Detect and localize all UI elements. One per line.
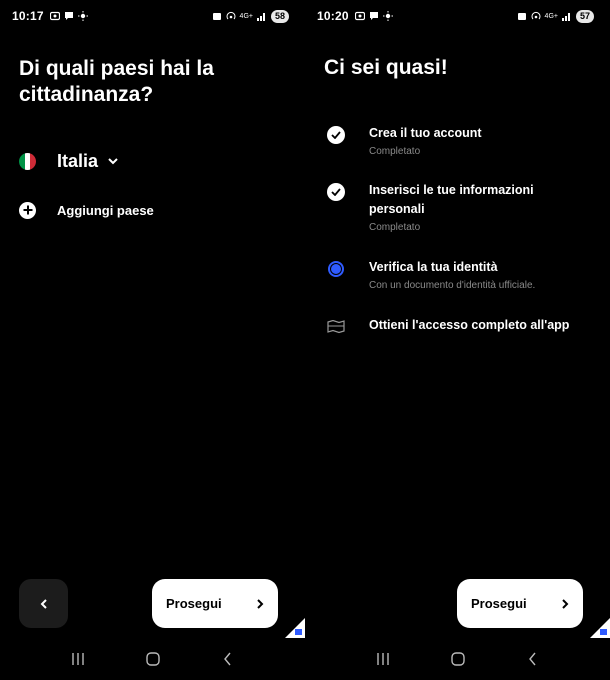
italy-flag-icon [19, 152, 36, 170]
system-nav-bar [0, 646, 305, 672]
notification-icon [212, 11, 222, 21]
screen-progress: 10:20 4G+ 57 Ci sei quasi! Crea il tuo a… [305, 0, 610, 680]
home-icon[interactable] [450, 651, 466, 667]
step-status: Completato [369, 146, 421, 157]
page-title: Ci sei quasi! [324, 56, 448, 79]
step-status: Completato [369, 222, 421, 233]
country-selector[interactable]: Italia [19, 148, 118, 174]
continue-label: Prosegui [166, 596, 222, 611]
step-personal-info: Inserisci le tue informazioni personali … [327, 181, 592, 233]
status-time: 10:20 [317, 9, 349, 23]
home-icon[interactable] [145, 651, 161, 667]
signal-icon [256, 11, 267, 21]
chat-icon [64, 11, 74, 21]
country-name: Italia [57, 150, 99, 171]
step-description: Con un documento d'identità ufficiale. [369, 280, 536, 291]
back-nav-icon[interactable] [220, 651, 236, 667]
brightness-icon [77, 11, 88, 21]
chat-icon [369, 11, 379, 21]
continue-label: Prosegui [471, 596, 527, 611]
hotspot-icon [531, 11, 541, 21]
screen-citizenship: 10:17 4G+ 58 Di quali paesi hai la citta… [0, 0, 305, 680]
back-nav-icon[interactable] [525, 651, 541, 667]
signal-icon [561, 11, 572, 21]
continue-button[interactable]: Prosegui [152, 579, 278, 628]
status-time: 10:17 [12, 9, 44, 23]
page-title: Di quali paesi hai la cittadinanza? [19, 57, 214, 106]
recent-apps-icon[interactable] [70, 651, 86, 667]
status-bar: 10:17 4G+ 58 [12, 7, 289, 25]
back-button[interactable] [19, 579, 68, 628]
hotspot-icon [226, 11, 236, 21]
flag-outline-icon [327, 318, 345, 336]
step-create-account: Crea il tuo account Completato [327, 124, 592, 157]
plus-circle-icon [19, 201, 36, 219]
chevron-left-icon [40, 598, 47, 609]
recent-apps-icon[interactable] [375, 651, 391, 667]
corner-badge-icon [285, 618, 305, 638]
step-full-access: Ottieni l'accesso completo all'app [327, 316, 592, 336]
brightness-icon [382, 11, 393, 21]
screenshot-icon [354, 11, 365, 21]
chevron-right-icon [562, 598, 569, 609]
check-circle-icon [327, 183, 345, 201]
battery-level: 57 [575, 9, 594, 23]
screenshot-icon [49, 11, 60, 21]
step-verify-identity: Verifica la tua identità Con un document… [327, 258, 592, 291]
status-bar: 10:20 4G+ 57 [317, 7, 594, 25]
add-country-button[interactable]: Aggiungi paese [19, 199, 154, 221]
network-type: 4G+ [239, 12, 253, 20]
chevron-right-icon [257, 598, 264, 609]
notification-icon [517, 11, 527, 21]
step-title: Ottieni l'accesso completo all'app [369, 318, 570, 332]
battery-level: 58 [270, 9, 289, 23]
step-title: Inserisci le tue informazioni personali [369, 183, 534, 216]
network-type: 4G+ [544, 12, 558, 20]
system-nav-bar [305, 646, 610, 672]
add-country-label: Aggiungi paese [57, 202, 154, 218]
step-title: Verifica la tua identità [369, 260, 498, 274]
step-title: Crea il tuo account [369, 126, 482, 140]
radio-selected-icon [327, 260, 345, 278]
corner-badge-icon [590, 618, 610, 638]
chevron-down-icon [108, 158, 118, 165]
check-circle-icon [327, 126, 345, 144]
continue-button[interactable]: Prosegui [457, 579, 583, 628]
